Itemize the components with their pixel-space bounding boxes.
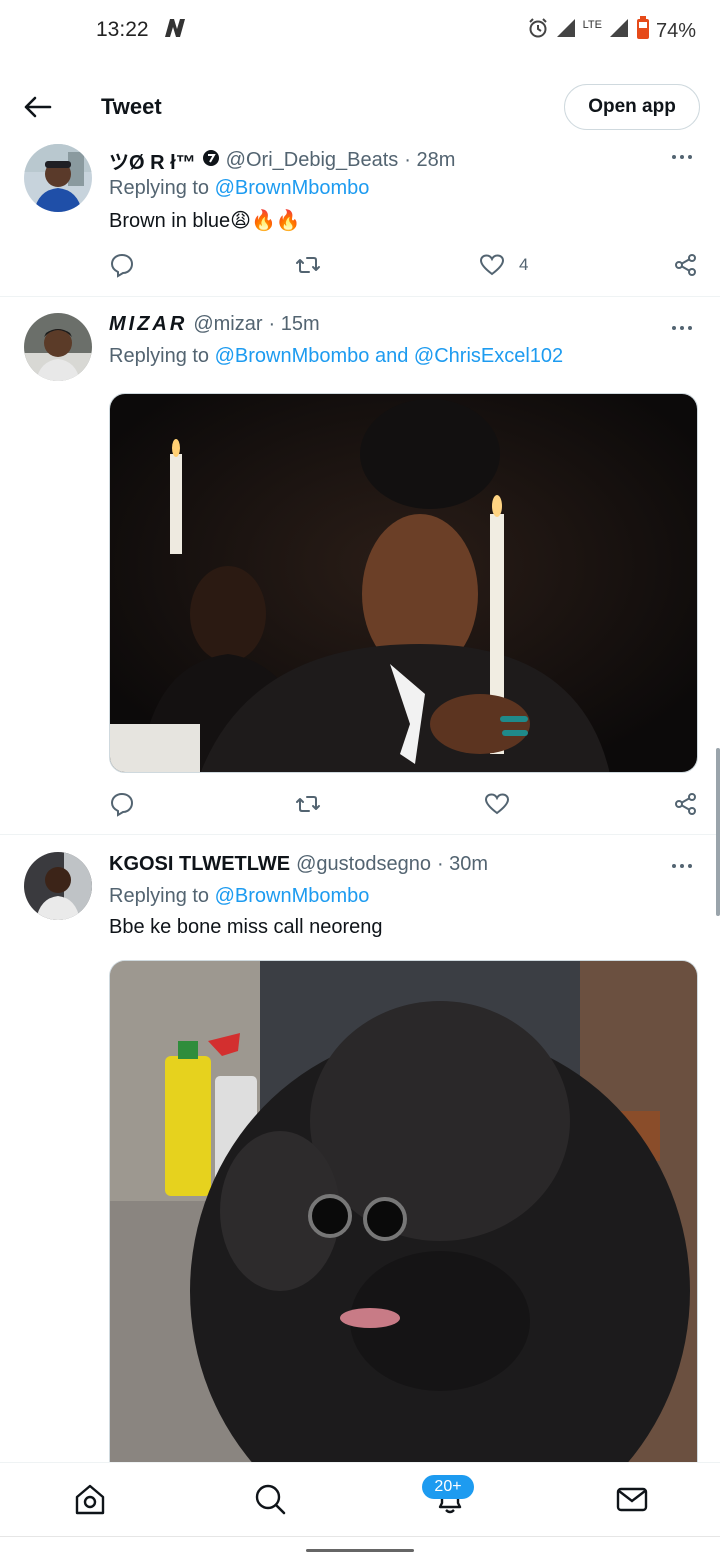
bottom-navigation: 20+ (0, 1462, 720, 1536)
gesture-bar (0, 1536, 720, 1560)
reply-icon (110, 253, 134, 278)
retweet-button[interactable] (295, 789, 321, 819)
tweet[interactable]: ツØ R ł™ @Ori_Debig_Beats · 28m Replying … (0, 142, 720, 297)
verified-badge-icon (202, 149, 220, 173)
more-options-icon[interactable] (672, 323, 694, 333)
avatar[interactable] (24, 852, 92, 920)
display-name[interactable]: KGOSI TLWETLWE (109, 853, 290, 876)
reply-button[interactable] (109, 789, 135, 819)
display-name[interactable]: ツØ R ł™ (109, 146, 196, 175)
more-options-icon[interactable] (672, 152, 694, 162)
tweet-text: Bbe ke bone miss call neoreng (109, 916, 383, 938)
heart-icon (479, 254, 505, 276)
signal-icon-2 (608, 17, 630, 45)
share-icon (675, 793, 696, 815)
battery-percent: 74% (655, 19, 696, 42)
retweet-icon (296, 796, 320, 812)
avatar[interactable] (24, 144, 92, 212)
more-options-icon[interactable] (672, 861, 694, 871)
replying-prefix: Replying to (109, 177, 210, 199)
tweet[interactable]: KGOSI TLWETLWE @gustodsegno · 30m Replyi… (0, 835, 720, 1480)
like-count: 4 (519, 255, 529, 274)
battery-icon (636, 16, 650, 46)
status-bar: 13:22 LTE 74% (0, 0, 720, 60)
reply-icon (110, 792, 134, 817)
tweet[interactable]: MIZAR @mizar · 15m Replying to @BrownMbo… (0, 297, 720, 835)
signal-icon (555, 17, 577, 45)
mention-link[interactable]: @BrownMbombo and @ChrisExcel102 (215, 345, 564, 367)
like-button[interactable]: 4 (479, 250, 528, 280)
handle[interactable]: @mizar (193, 313, 262, 336)
tweet-header: KGOSI TLWETLWE @gustodsegno · 30m (109, 853, 488, 876)
home-icon[interactable] (72, 1481, 108, 1517)
status-icons: LTE 74% (527, 16, 696, 46)
timestamp: · 28m (404, 149, 456, 171)
replying-to: Replying to @BrownMbombo (109, 885, 369, 908)
lte-label: LTE (582, 19, 602, 31)
share-icon (675, 254, 696, 276)
arrow-left-icon (24, 96, 52, 118)
replying-to: Replying to @BrownMbombo (109, 177, 369, 200)
alarm-icon (527, 17, 549, 45)
mention-link[interactable]: @BrownMbombo (215, 885, 370, 907)
page-title: Tweet (101, 94, 162, 119)
timestamp: · 15m (268, 313, 320, 335)
heart-icon (484, 793, 510, 815)
retweet-button[interactable] (295, 250, 321, 280)
replying-prefix: Replying to (109, 345, 210, 367)
avatar[interactable] (24, 313, 92, 381)
handle[interactable]: @Ori_Debig_Beats (226, 149, 399, 172)
mention-link[interactable]: @BrownMbombo (215, 177, 370, 199)
share-button[interactable] (673, 789, 699, 819)
tweet-header: ツØ R ł™ @Ori_Debig_Beats · 28m (109, 146, 455, 175)
share-button[interactable] (673, 250, 699, 280)
tweet-text: Brown in blue😩🔥🔥 (109, 210, 301, 232)
tweet-header: MIZAR @mizar · 15m (109, 313, 320, 336)
status-time: 13:22 (96, 18, 149, 41)
back-button[interactable] (22, 92, 54, 122)
handle[interactable]: @gustodsegno (296, 853, 431, 876)
timestamp: · 30m (436, 853, 489, 875)
messages-icon[interactable] (614, 1481, 650, 1517)
search-icon[interactable] (252, 1481, 288, 1517)
retweet-icon (296, 257, 320, 273)
home-gesture-handle[interactable] (306, 1549, 414, 1552)
network-logo-icon (162, 16, 188, 45)
top-header: Tweet Open app (0, 72, 720, 142)
like-button[interactable] (484, 789, 510, 819)
tweet-actions: 4 (109, 250, 699, 280)
tweet-image[interactable] (109, 393, 698, 773)
open-app-button[interactable]: Open app (564, 84, 700, 130)
notification-badge: 20+ (422, 1475, 474, 1499)
replying-prefix: Replying to (109, 885, 210, 907)
tweet-actions (109, 789, 699, 819)
tweet-image[interactable] (109, 960, 698, 1480)
display-name[interactable]: MIZAR (109, 313, 187, 336)
replying-to: Replying to @BrownMbombo and @ChrisExcel… (109, 345, 563, 368)
scrollbar[interactable] (716, 748, 720, 916)
reply-button[interactable] (109, 250, 135, 280)
